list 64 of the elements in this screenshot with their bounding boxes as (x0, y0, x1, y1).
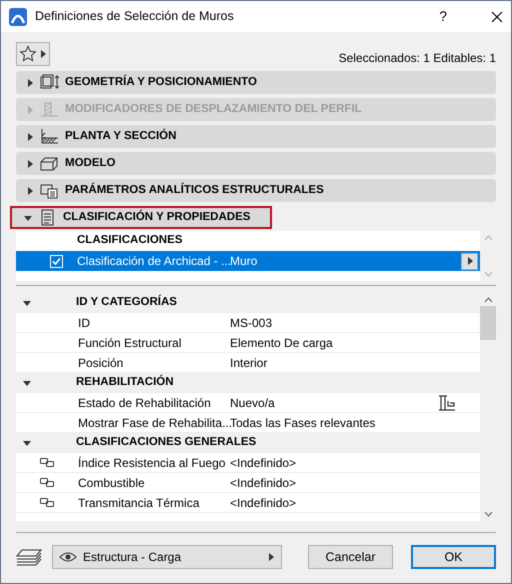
analytics-icon (40, 182, 59, 199)
caret-icon (24, 214, 32, 222)
property-label: Índice Resistencia al Fuego (78, 454, 226, 472)
phase-icon (438, 394, 456, 410)
caret-icon (267, 553, 276, 561)
property-label: Función Estructural (78, 334, 182, 352)
property-label: Mostrar Fase de Rehabilita... (78, 414, 230, 432)
geometry-icon (40, 74, 59, 91)
caret-icon (26, 160, 34, 168)
selection-count: Seleccionados: 1 Editables: 1 (338, 50, 496, 67)
star-icon (19, 45, 37, 63)
box-icon (40, 155, 59, 172)
window-title: Definiciones de Selección de Muros (35, 8, 235, 26)
caret-icon (26, 132, 34, 140)
panel-header[interactable]: MODELO (16, 152, 496, 175)
panel-header[interactable]: PARÁMETROS ANALÍTICOS ESTRUCTURALES (16, 179, 496, 202)
scroll-down-icon[interactable] (484, 512, 492, 517)
checkbox[interactable] (50, 254, 63, 268)
expand-toggle-icon[interactable] (23, 378, 31, 386)
expand-button[interactable] (461, 252, 478, 270)
column-header: CLASIFICACIONES (77, 233, 182, 248)
classification-row[interactable]: Clasificación de Archicad - ...Muro (16, 251, 480, 271)
profile-wall-icon (40, 101, 59, 118)
cancel-button[interactable]: Cancelar (308, 545, 393, 569)
view-dropdown[interactable]: Estructura - Carga (52, 545, 282, 569)
property-label: Estado de Rehabilitación (78, 394, 212, 412)
app-logo-icon (9, 8, 27, 26)
property-value: <Indefinido> (230, 474, 298, 492)
property-value: <Indefinido> (230, 494, 298, 512)
property-value: Elemento De carga (230, 334, 334, 352)
scrollbar-thumb[interactable] (480, 306, 496, 340)
expand-toggle-icon[interactable] (23, 298, 31, 306)
group-header: ID Y CATEGORÍAS (76, 294, 177, 310)
floor-plan-icon (40, 128, 59, 145)
help-button[interactable]: ? (439, 6, 447, 27)
panel-header[interactable]: CLASIFICACIÓN Y PROPIEDADES (10, 206, 272, 229)
property-label: Combustible (78, 474, 146, 492)
property-label: ID (78, 314, 91, 332)
caret-icon (26, 78, 34, 86)
link-icon (40, 458, 54, 467)
close-icon[interactable] (491, 10, 503, 22)
link-icon (40, 498, 54, 507)
ok-button[interactable]: OK (410, 545, 496, 569)
eye-icon (59, 551, 77, 563)
caret-icon (39, 50, 47, 58)
scroll-up-icon[interactable] (484, 297, 492, 302)
caret-icon (466, 257, 474, 265)
caret-icon (26, 186, 34, 194)
group-header: REHABILITACIÓN (76, 374, 174, 390)
link-icon (40, 478, 54, 487)
panel-header[interactable]: GEOMETRÍA Y POSICIONAMIENTO (16, 71, 496, 94)
group-header: CLASIFICACIONES GENERALES (76, 434, 256, 450)
expand-toggle-icon[interactable] (23, 438, 31, 446)
property-value: Nuevo/a (230, 394, 276, 412)
property-label: Posición (78, 354, 124, 372)
property-label: Transmitancia Térmica (78, 494, 200, 512)
property-value: MS-003 (230, 314, 274, 332)
property-value: Todas las Fases relevantes (230, 414, 376, 432)
panel-header[interactable]: PLANTA Y SECCIÓN (16, 125, 496, 148)
property-value: Interior (230, 354, 268, 372)
favorites-button[interactable] (16, 42, 50, 66)
property-value: <Indefinido> (230, 454, 298, 472)
layers-icon (16, 548, 42, 566)
caret-icon (26, 106, 34, 114)
